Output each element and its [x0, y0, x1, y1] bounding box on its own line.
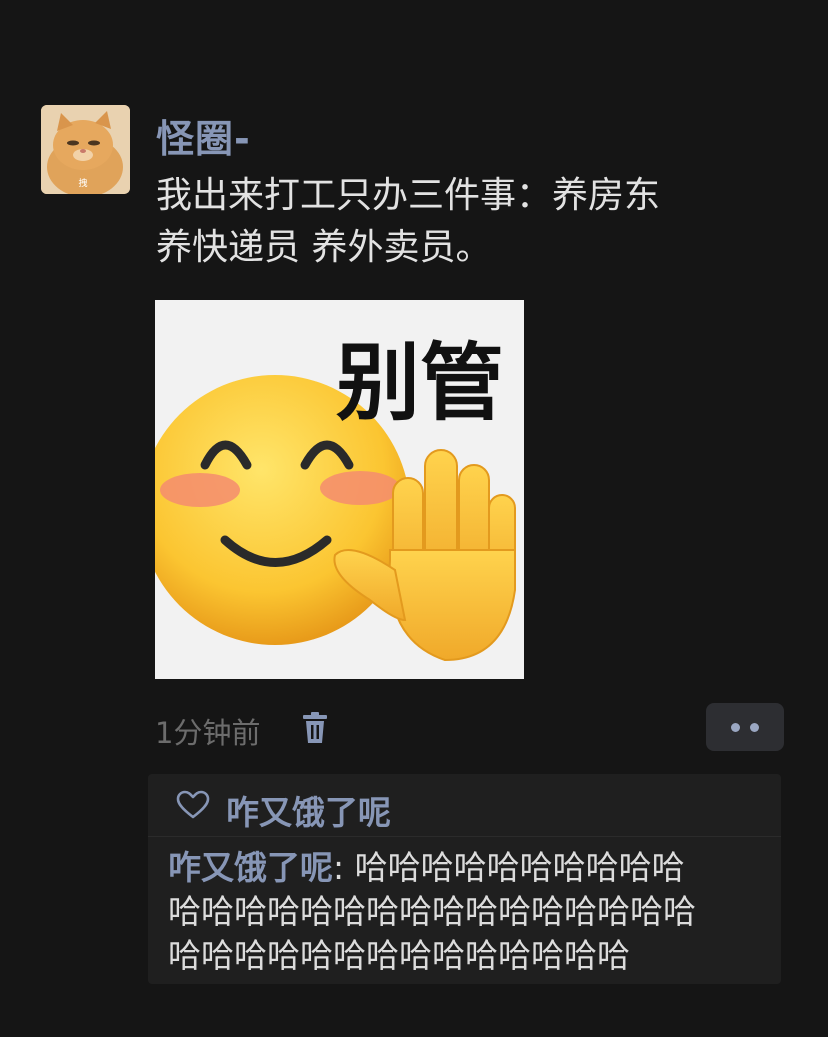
sticker-caption: 别管: [336, 334, 504, 432]
more-actions-button[interactable]: [706, 703, 784, 751]
post-author-name[interactable]: 怪圈-: [156, 108, 251, 163]
likes-row: 咋又饿了呢: [148, 774, 781, 837]
comment-text: 哈哈哈哈哈哈哈哈哈哈哈哈哈哈: [168, 936, 630, 975]
author-avatar[interactable]: 拽: [41, 105, 130, 194]
more-dots-icon: [750, 723, 759, 732]
delete-button[interactable]: [300, 711, 330, 745]
cat-avatar-image: 拽: [41, 105, 130, 194]
more-dots-icon: [731, 723, 740, 732]
comment-separator: :: [333, 848, 355, 887]
post-text-line: 我出来打工只办三件事：养房东: [156, 175, 661, 216]
post-timestamp: 1分钟前: [155, 716, 261, 750]
post-image[interactable]: 别管: [155, 300, 524, 679]
trash-icon: [303, 712, 327, 743]
likes-comments-panel: 咋又饿了呢 咋又饿了呢: 哈哈哈哈哈哈哈哈哈哈 哈哈哈哈哈哈哈哈哈哈哈哈哈哈哈哈…: [148, 774, 781, 984]
waving-smiley-sticker: 别管: [155, 300, 524, 679]
post-text-line: 养快递员 养外卖员。: [156, 227, 492, 268]
comment-text: 哈哈哈哈哈哈哈哈哈哈: [354, 848, 685, 887]
heart-outline-icon: [176, 790, 210, 819]
like-user-name[interactable]: 咋又饿了呢: [226, 786, 391, 834]
avatar-label: 拽: [78, 177, 87, 189]
comment-author[interactable]: 咋又饿了呢: [168, 848, 333, 887]
comment-item[interactable]: 咋又饿了呢: 哈哈哈哈哈哈哈哈哈哈 哈哈哈哈哈哈哈哈哈哈哈哈哈哈哈哈 哈哈哈哈哈…: [168, 846, 768, 978]
post-text: 我出来打工只办三件事：养房东 养快递员 养外卖员。: [156, 170, 766, 274]
comment-text: 哈哈哈哈哈哈哈哈哈哈哈哈哈哈哈哈: [168, 892, 696, 931]
